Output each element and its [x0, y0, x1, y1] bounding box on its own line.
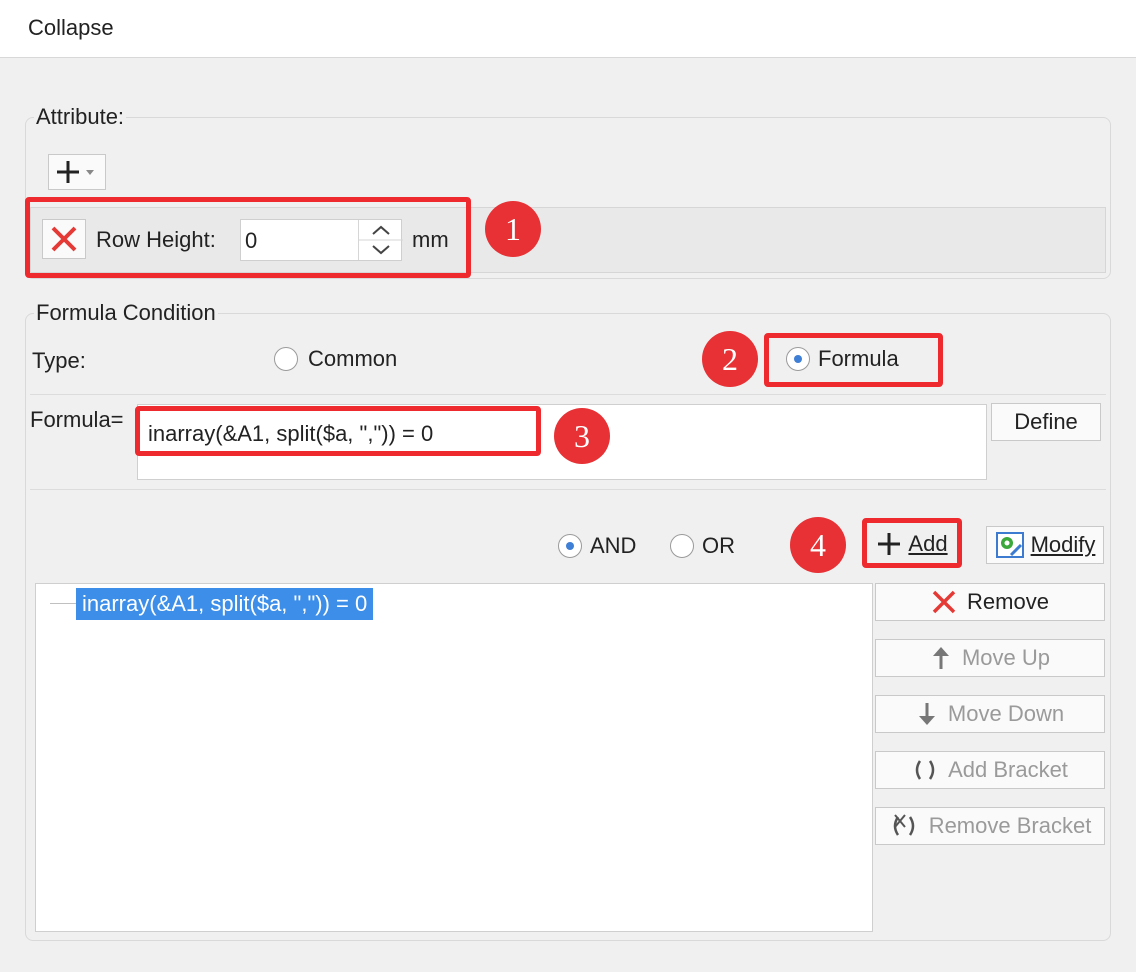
callout-box-3: [135, 406, 541, 456]
and-radio-label: AND: [590, 533, 637, 558]
remove-button[interactable]: Remove: [875, 583, 1105, 621]
arrow-down-icon: [918, 703, 935, 725]
brackets-icon: [915, 760, 935, 780]
formula-label: Formula=: [30, 407, 124, 432]
condition-tree[interactable]: inarray(&A1, split($a, ",")) = 0: [35, 583, 873, 932]
callout-badge-2: 2: [702, 331, 758, 387]
formula-condition-legend: Formula Condition: [34, 300, 218, 326]
common-radio-label: Common: [308, 346, 398, 371]
red-x-icon: [932, 590, 956, 614]
callout-box-2: [764, 333, 943, 387]
dialog-title-bar: Collapse: [0, 0, 1136, 58]
remove-bracket-button-label: Remove Bracket: [928, 813, 1092, 838]
formula-separator: [30, 489, 1106, 490]
common-radio-circle: [274, 347, 298, 371]
callout-box-4: [862, 518, 962, 568]
modify-button-label: Modify: [1030, 532, 1096, 557]
type-common-radio[interactable]: Common: [274, 346, 397, 372]
define-button[interactable]: Define: [991, 403, 1101, 441]
callout-badge-3: 3: [554, 408, 610, 464]
type-label: Type:: [32, 348, 86, 373]
move-up-button-label: Move Up: [961, 645, 1051, 670]
and-radio-circle: [558, 534, 582, 558]
modify-condition-button[interactable]: Modify: [986, 526, 1104, 564]
remove-button-label: Remove: [967, 589, 1049, 614]
attribute-legend: Attribute:: [34, 104, 127, 130]
tree-item-text: inarray(&A1, split($a, ",")) = 0: [82, 591, 368, 616]
define-button-label: Define: [1014, 409, 1078, 434]
callout-badge-1: 1: [485, 201, 541, 257]
add-attribute-dropdown-button[interactable]: [48, 154, 106, 190]
type-separator: [30, 394, 1106, 395]
move-down-button[interactable]: Move Down: [875, 695, 1105, 733]
arrow-up-icon: [932, 647, 949, 669]
callout-badge-4: 4: [790, 517, 846, 573]
or-radio-label: OR: [702, 533, 735, 558]
or-radio-circle: [670, 534, 694, 558]
add-bracket-button-label: Add Bracket: [948, 757, 1068, 782]
tree-connector: [50, 603, 76, 604]
tree-item[interactable]: inarray(&A1, split($a, ",")) = 0: [76, 588, 374, 620]
dialog-title: Collapse: [28, 15, 114, 40]
remove-brackets-icon: [893, 814, 914, 836]
gear-edit-icon: [995, 532, 1024, 558]
remove-bracket-button[interactable]: Remove Bracket: [875, 807, 1105, 845]
move-up-button[interactable]: Move Up: [875, 639, 1105, 677]
logic-or-radio[interactable]: OR: [670, 533, 735, 559]
logic-and-radio[interactable]: AND: [558, 533, 636, 559]
callout-box-1: [25, 197, 471, 278]
move-down-button-label: Move Down: [947, 701, 1065, 726]
add-bracket-button[interactable]: Add Bracket: [875, 751, 1105, 789]
plus-dropdown-icon: [57, 161, 94, 183]
